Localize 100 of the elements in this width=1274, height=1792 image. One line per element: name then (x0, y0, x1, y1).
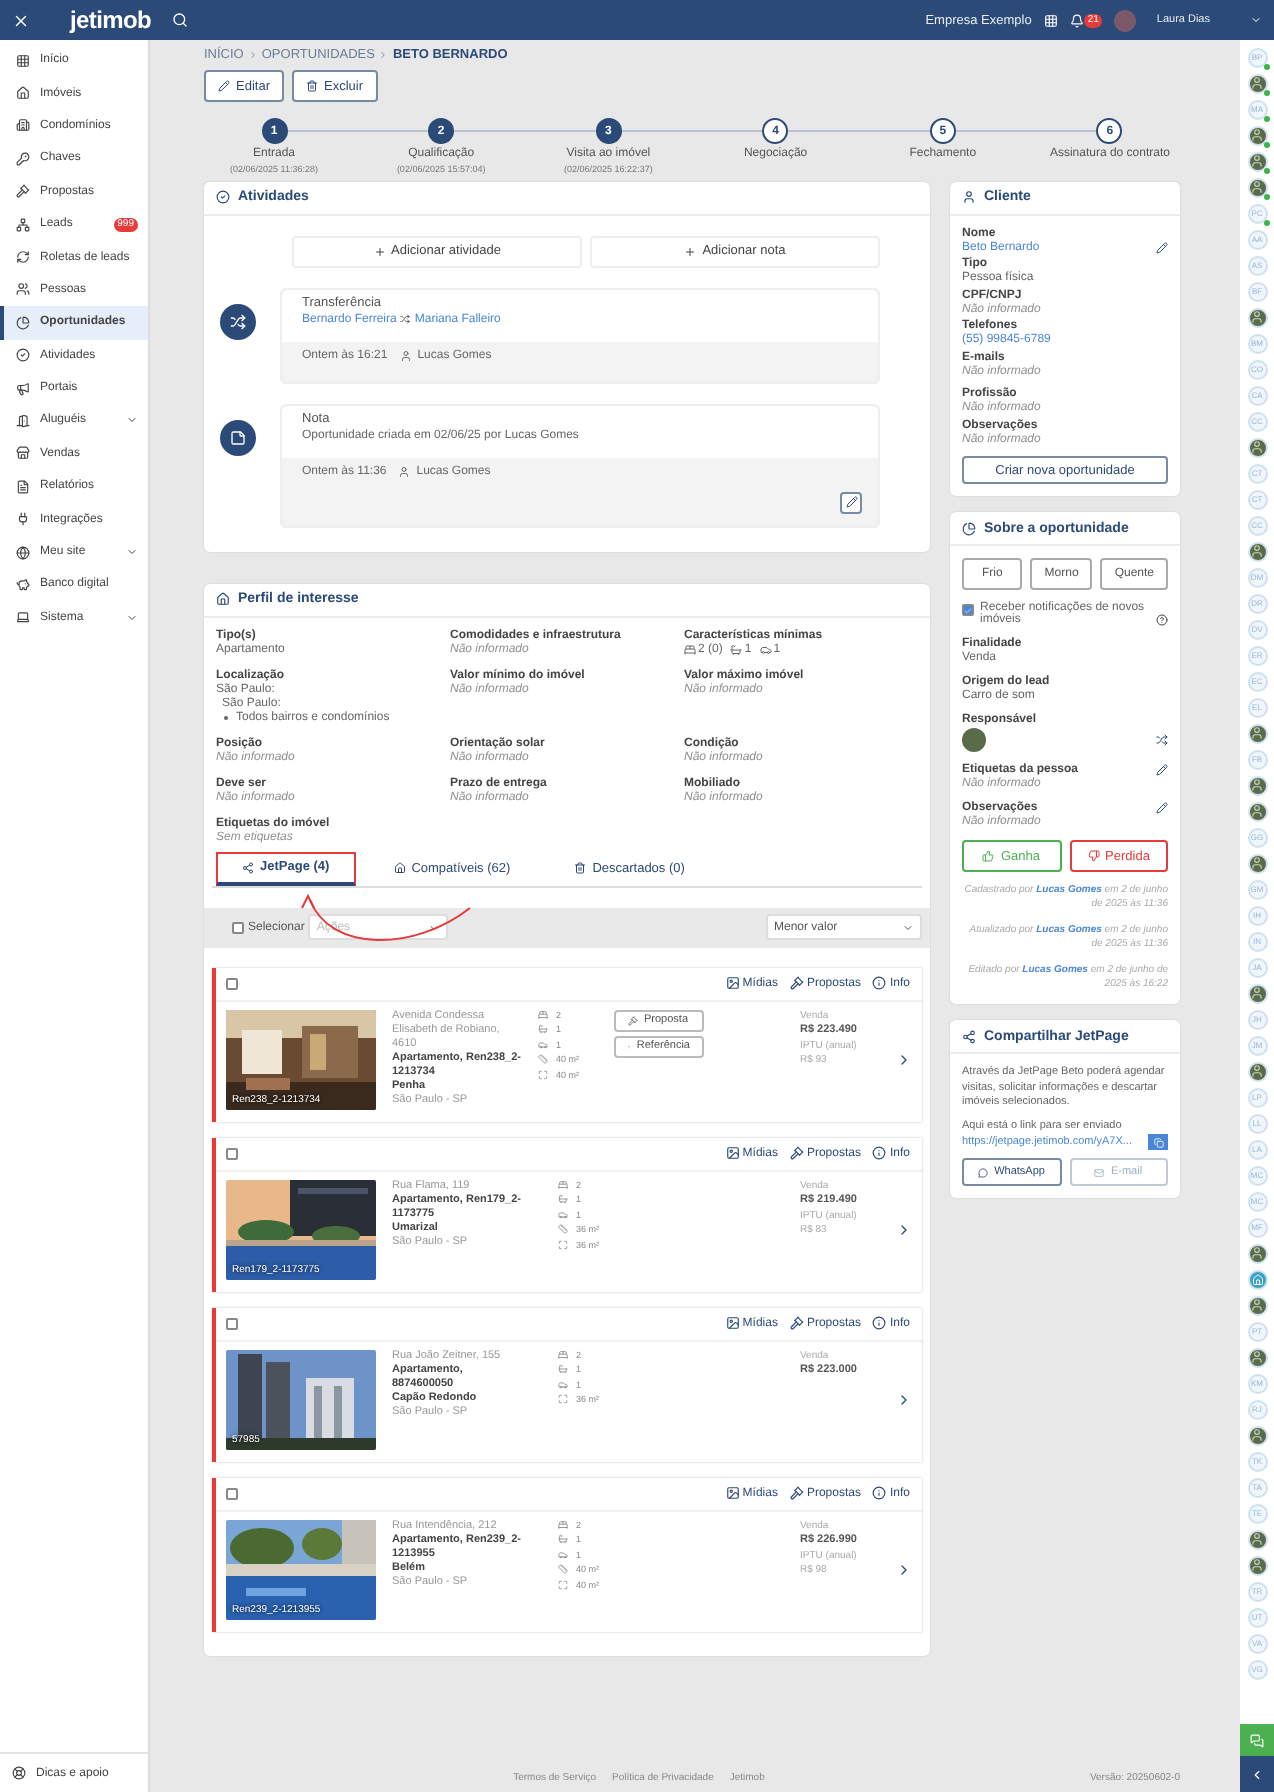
network-icon (16, 217, 30, 232)
online-dot (1263, 193, 1269, 199)
person-icon (1250, 804, 1264, 818)
checkbox[interactable] (226, 1147, 238, 1159)
contact-avatar[interactable] (1247, 1061, 1267, 1081)
contact-avatar[interactable] (1247, 541, 1267, 561)
contact-avatar[interactable] (1247, 1295, 1267, 1315)
thumbs-up-icon (982, 850, 995, 862)
pencil-icon[interactable] (1156, 802, 1168, 814)
contact-avatar[interactable] (1247, 73, 1267, 93)
checkbox[interactable] (226, 977, 238, 989)
house-icon (1251, 1273, 1263, 1285)
chevron-right-icon[interactable] (896, 1392, 912, 1408)
globe-icon (16, 545, 30, 560)
online-dot (1263, 219, 1269, 225)
pencil-icon (218, 80, 230, 92)
bell-icon[interactable] (1069, 13, 1084, 27)
person-icon (1250, 726, 1264, 740)
contact-avatar[interactable] (1247, 151, 1267, 171)
chevron-down-icon (428, 921, 441, 933)
checkbox[interactable] (232, 921, 244, 933)
contact-avatar[interactable] (1247, 1529, 1267, 1549)
grid-icon[interactable] (1043, 13, 1058, 27)
megaphone-icon (16, 381, 30, 396)
search-icon[interactable] (171, 12, 188, 28)
chevron-right-icon (378, 50, 389, 60)
contact-avatar[interactable] (1247, 1425, 1267, 1445)
bed-icon (558, 1349, 568, 1359)
online-dot (1263, 89, 1269, 95)
contact-avatar[interactable] (1247, 775, 1267, 795)
person-icon (1250, 1298, 1264, 1312)
bed-icon (684, 643, 696, 655)
piggy-bank-icon (16, 577, 30, 592)
bathtub-icon (558, 1194, 568, 1204)
person-icon (1250, 128, 1264, 142)
contact-avatar[interactable] (1247, 983, 1267, 1003)
person-icon (1250, 1064, 1264, 1078)
pencil-icon[interactable] (1156, 764, 1168, 776)
copy-button[interactable] (1148, 1134, 1168, 1151)
help-icon (1156, 614, 1168, 626)
person-icon (1250, 856, 1264, 870)
online-dot (1263, 63, 1269, 69)
contact-avatar[interactable] (1247, 125, 1267, 145)
bathtub-icon (730, 643, 743, 655)
contact-avatar[interactable] (1247, 307, 1267, 327)
contact-avatar[interactable] (1247, 1555, 1267, 1575)
contact-avatar[interactable] (1247, 723, 1267, 743)
trash-icon (305, 80, 318, 92)
bathtub-icon (558, 1534, 568, 1544)
gavel-icon (789, 1146, 804, 1160)
bed-icon (558, 1179, 568, 1189)
store-icon (16, 446, 30, 461)
image-icon (725, 976, 740, 990)
bathtub-icon (538, 1024, 548, 1034)
contact-avatar[interactable] (1247, 853, 1267, 873)
chevron-right-icon[interactable] (896, 1052, 912, 1068)
area-icon (558, 1394, 568, 1404)
edit-button[interactable] (840, 491, 862, 513)
chevron-left-icon (1250, 1767, 1264, 1781)
chevron-right-icon[interactable] (896, 1562, 912, 1578)
plug-icon (16, 512, 30, 527)
info-icon (872, 1316, 887, 1330)
shuffle-icon[interactable] (1156, 734, 1168, 746)
image-icon (725, 1146, 740, 1160)
checkbox[interactable] (226, 1317, 238, 1329)
house-avatar[interactable] (1247, 1269, 1267, 1289)
info-icon (872, 976, 887, 990)
chevron-right-icon[interactable] (896, 1222, 912, 1238)
share-icon (242, 861, 254, 873)
checkbox[interactable] (226, 1487, 238, 1499)
person-icon (1250, 154, 1264, 168)
lifebuoy-icon (12, 1766, 26, 1780)
logo: jetimob (70, 6, 152, 34)
car-icon (538, 1039, 548, 1049)
contact-avatar[interactable] (1247, 1347, 1267, 1367)
grid-icon (16, 53, 30, 68)
close-icon[interactable] (12, 11, 30, 29)
ruler-icon (538, 1054, 548, 1064)
contact-avatar[interactable] (1247, 177, 1267, 197)
online-dot (1263, 141, 1269, 147)
online-dot (1263, 167, 1269, 173)
user-icon (962, 190, 976, 204)
ruler-icon (558, 1224, 568, 1234)
check-circle-icon (16, 348, 30, 363)
plus-icon (684, 245, 697, 257)
person-icon (1250, 1428, 1264, 1442)
area-icon (538, 1069, 548, 1079)
checkbox[interactable] (962, 604, 974, 616)
contact-avatar[interactable] (1247, 1243, 1267, 1263)
contact-avatar[interactable] (1247, 801, 1267, 821)
user-icon (399, 349, 412, 361)
house-icon (216, 592, 230, 606)
contact-avatar[interactable] (1247, 437, 1267, 457)
trash-icon (574, 862, 587, 874)
person-icon (1250, 76, 1264, 90)
gavel-icon (789, 1486, 804, 1500)
plus-icon (373, 245, 386, 257)
person-icon (1250, 310, 1264, 324)
pencil-icon[interactable] (1156, 241, 1168, 253)
caret-icon[interactable] (1250, 14, 1262, 26)
